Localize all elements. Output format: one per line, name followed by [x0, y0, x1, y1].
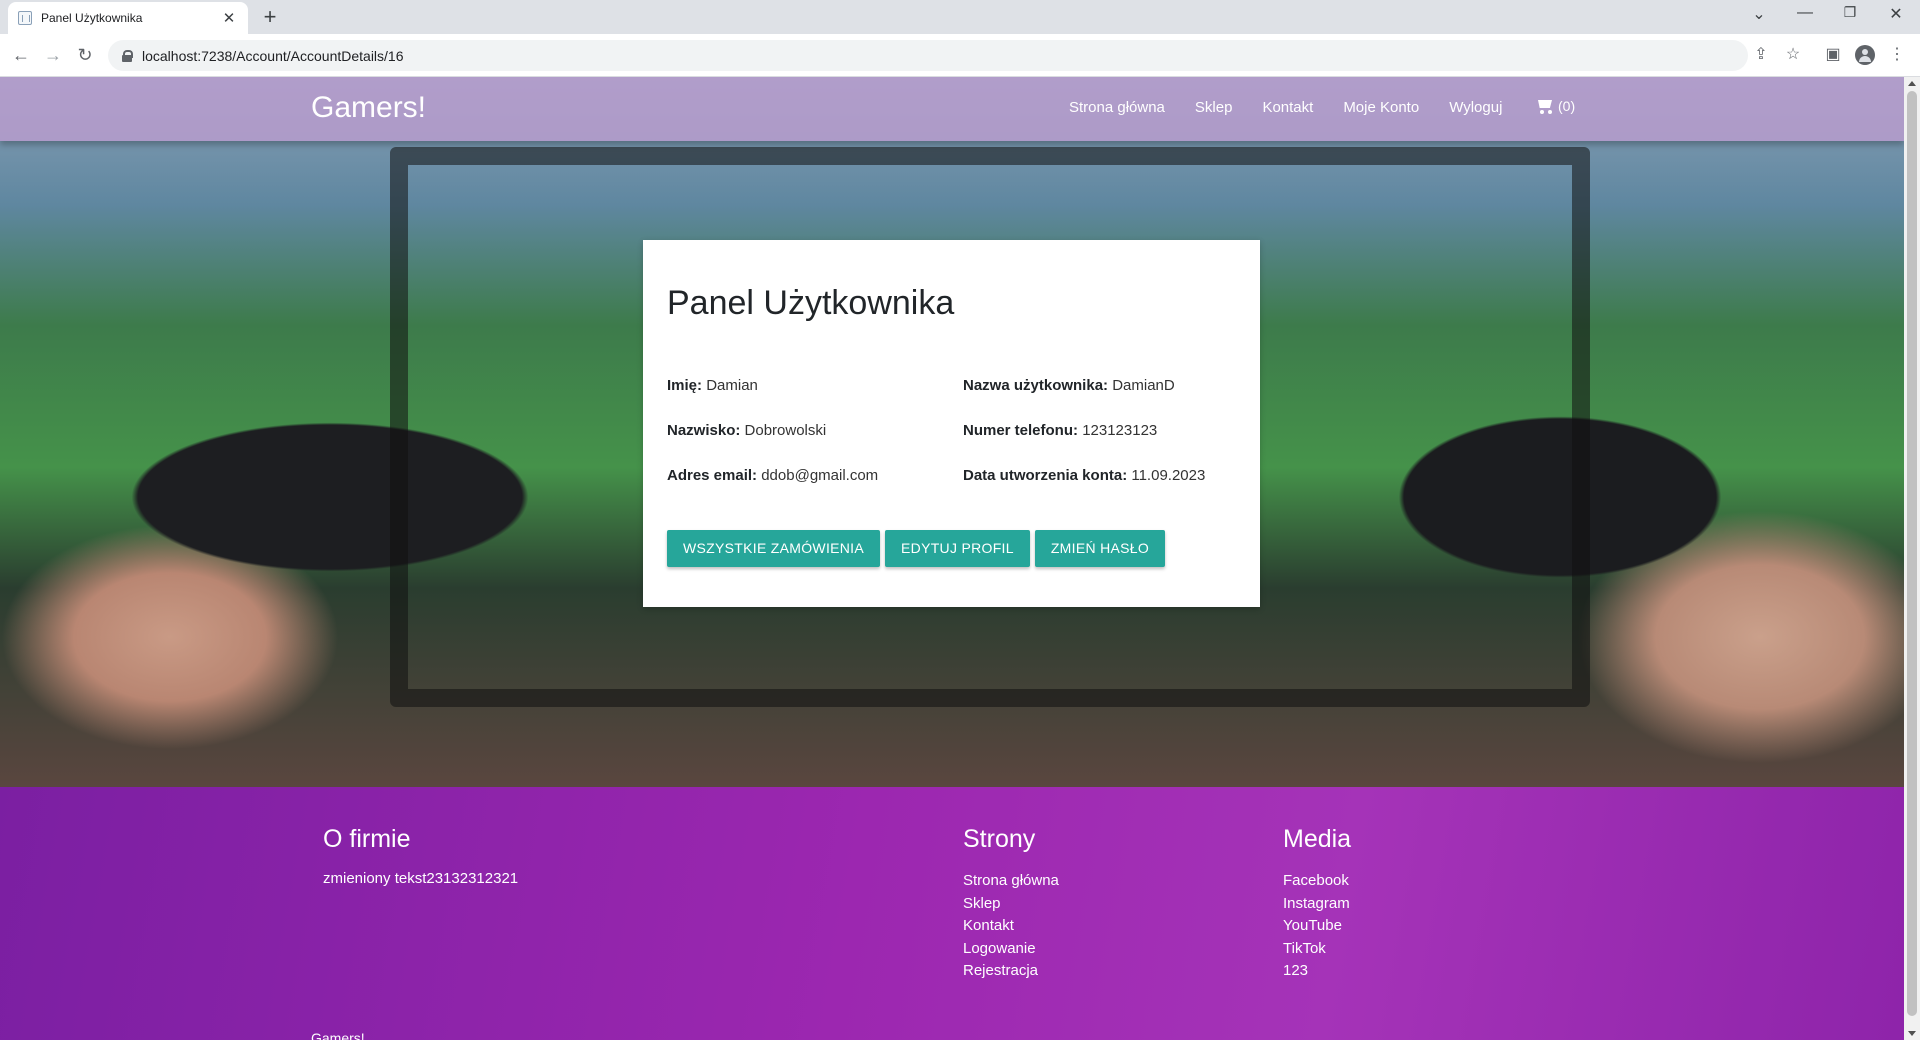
page-scrollbar[interactable]	[1904, 77, 1920, 1040]
star-icon[interactable]: ☆	[1781, 43, 1805, 67]
footer-link-home[interactable]: Strona główna	[963, 870, 1059, 893]
browser-chrome: Panel Użytkownika ✕ + ⌄ — ❐ ✕ ← → ↻ loca…	[0, 0, 1920, 77]
field-value: Dobrowolski	[744, 422, 827, 439]
footer-copyright: Gamers!	[311, 1030, 365, 1040]
field-phone: Numer telefonu: 123123123	[963, 422, 1157, 439]
footer-link-youtube[interactable]: YouTube	[1283, 915, 1351, 938]
footer-link-tiktok[interactable]: TikTok	[1283, 938, 1351, 961]
share-icon[interactable]: ⇪	[1749, 43, 1773, 67]
scrollbar-thumb[interactable]	[1907, 91, 1917, 1016]
nav-links: Strona główna Sklep Kontakt Moje Konto W…	[1069, 99, 1532, 116]
cart-icon	[1535, 97, 1555, 115]
nav-link-home[interactable]: Strona główna	[1069, 99, 1165, 116]
footer-link-123[interactable]: 123	[1283, 960, 1351, 983]
scroll-up-icon[interactable]	[1908, 81, 1916, 86]
footer-media: Media Facebook Instagram YouTube TikTok …	[1283, 825, 1351, 983]
footer-about-text: zmieniony tekst23132312321	[323, 870, 519, 887]
footer-link-facebook[interactable]: Facebook	[1283, 870, 1351, 893]
lock-icon[interactable]	[122, 49, 133, 62]
action-buttons: WSZYSTKIE ZAMÓWIENIA EDYTUJ PROFIL ZMIEŃ…	[667, 530, 1166, 567]
footer-about: O firmie zmieniony tekst23132312321	[323, 825, 518, 887]
field-last-name: Nazwisko: Dobrowolski	[667, 422, 826, 439]
field-value: Damian	[706, 377, 758, 394]
page-favicon-icon	[18, 11, 32, 25]
field-label: Nazwisko:	[667, 422, 745, 439]
field-value: ddob@gmail.com	[761, 467, 879, 484]
footer-link-login[interactable]: Logowanie	[963, 938, 1059, 961]
browser-tab[interactable]: Panel Użytkownika ✕	[8, 2, 248, 34]
footer-media-title: Media	[1283, 825, 1352, 853]
tab-title: Panel Użytkownika	[41, 11, 143, 25]
tab-close-icon[interactable]: ✕	[220, 9, 238, 27]
profile-icon[interactable]	[1855, 45, 1875, 65]
field-value: 11.09.2023	[1131, 467, 1206, 484]
field-value: 123123123	[1082, 422, 1158, 439]
footer-link-shop[interactable]: Sklep	[963, 893, 1059, 916]
browser-toolbar: ← → ↻ localhost:7238/Account/AccountDeta…	[0, 34, 1920, 77]
site-footer: O firmie zmieniony tekst23132312321 Stro…	[0, 787, 1904, 1040]
reload-icon[interactable]: ↻	[73, 43, 97, 67]
tab-strip: Panel Użytkownika ✕ + ⌄ — ❐ ✕	[0, 0, 1920, 34]
cart-button[interactable]: (0)	[1535, 97, 1575, 115]
tab-search-icon[interactable]: ⌄	[1747, 4, 1771, 24]
address-bar[interactable]: localhost:7238/Account/AccountDetails/16	[108, 40, 1748, 71]
nav-link-shop[interactable]: Sklep	[1195, 99, 1233, 116]
footer-pages-title: Strony	[963, 825, 1036, 853]
edit-profile-button[interactable]: EDYTUJ PROFIL	[885, 530, 1030, 567]
back-icon[interactable]: ←	[9, 43, 33, 67]
nav-link-logout[interactable]: Wyloguj	[1449, 99, 1502, 116]
all-orders-button[interactable]: WSZYSTKIE ZAMÓWIENIA	[667, 530, 881, 567]
cart-count: (0)	[1558, 98, 1576, 114]
field-label: Adres email:	[667, 467, 762, 484]
close-icon[interactable]: ✕	[1884, 4, 1908, 24]
user-panel-card: Panel Użytkownika Imię: Damian Nazwa uży…	[643, 240, 1260, 607]
field-label: Numer telefonu:	[963, 422, 1083, 439]
field-label: Data utworzenia konta:	[963, 467, 1132, 484]
new-tab-icon[interactable]: +	[258, 4, 282, 30]
scroll-down-icon[interactable]	[1908, 1031, 1916, 1036]
url-text: localhost:7238/Account/AccountDetails/16	[142, 47, 404, 64]
restore-icon[interactable]: ❐	[1838, 4, 1862, 21]
footer-link-register[interactable]: Rejestracja	[963, 960, 1059, 983]
field-label: Nazwa użytkownika:	[963, 377, 1113, 394]
footer-link-contact[interactable]: Kontakt	[963, 915, 1059, 938]
field-email: Adres email: ddob@gmail.com	[667, 467, 878, 484]
change-password-button[interactable]: ZMIEŃ HASŁO	[1034, 530, 1166, 567]
sidepanel-icon[interactable]: ▣	[1821, 43, 1845, 67]
field-label: Imię:	[667, 377, 707, 394]
site-navbar: Gamers! Strona główna Sklep Kontakt Moje…	[0, 77, 1904, 141]
footer-pages: Strony Strona główna Sklep Kontakt Logow…	[963, 825, 1059, 983]
forward-icon[interactable]: →	[41, 43, 65, 67]
page-viewport: Gamers! Strona główna Sklep Kontakt Moje…	[0, 77, 1904, 1040]
footer-about-title: O firmie	[323, 825, 411, 853]
nav-link-my-account[interactable]: Moje Konto	[1343, 99, 1419, 116]
field-created-date: Data utworzenia konta: 11.09.2023	[963, 467, 1205, 484]
nav-link-contact[interactable]: Kontakt	[1262, 99, 1313, 116]
brand-logo[interactable]: Gamers!	[311, 91, 426, 125]
footer-link-instagram[interactable]: Instagram	[1283, 893, 1351, 916]
field-value: DamianD	[1112, 377, 1175, 394]
menu-icon[interactable]: ⋮	[1885, 43, 1909, 67]
page-title: Panel Użytkownika	[667, 284, 955, 322]
minimize-icon[interactable]: —	[1793, 4, 1817, 22]
field-username: Nazwa użytkownika: DamianD	[963, 377, 1175, 394]
field-first-name: Imię: Damian	[667, 377, 758, 394]
